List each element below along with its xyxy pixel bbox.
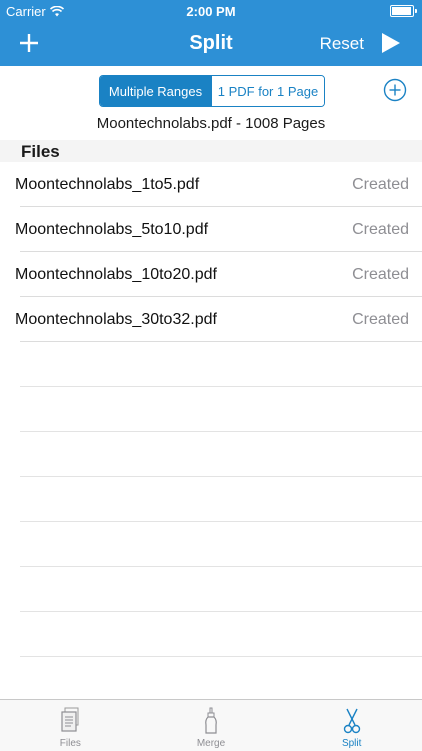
empty-row	[0, 612, 422, 657]
tab-label: Files	[59, 738, 81, 749]
battery-icon	[390, 5, 417, 17]
top-bar: Carrier 2:00 PM Split Reset	[0, 0, 422, 66]
split-mode-segmented-control: Multiple Ranges 1 PDF for 1 Page	[99, 75, 325, 107]
file-status: Created	[352, 221, 409, 238]
files-list: Moontechnolabs_1to5.pdf Created Moontech…	[0, 162, 422, 702]
empty-row	[0, 342, 422, 387]
list-item[interactable]: Moontechnolabs_5to10.pdf Created	[0, 207, 422, 252]
segment-one-pdf-per-page[interactable]: 1 PDF for 1 Page	[211, 76, 324, 106]
empty-row	[0, 657, 422, 702]
add-circle-icon[interactable]	[383, 78, 407, 102]
navigation-bar: Split Reset	[0, 22, 422, 66]
glue-icon	[205, 707, 217, 734]
list-item[interactable]: Moontechnolabs_30to32.pdf Created	[0, 297, 422, 342]
play-icon[interactable]	[380, 31, 402, 55]
section-title: Files	[21, 142, 60, 161]
status-time: 2:00 PM	[186, 4, 236, 19]
battery-fill	[392, 7, 411, 15]
file-name: Moontechnolabs_1to5.pdf	[15, 176, 200, 193]
scissors-icon	[343, 708, 360, 734]
tab-label: Merge	[196, 738, 226, 749]
segment-multiple-ranges[interactable]: Multiple Ranges	[100, 76, 211, 106]
file-status: Created	[352, 266, 409, 283]
plus-icon[interactable]	[16, 30, 42, 56]
file-status: Created	[352, 311, 409, 328]
tab-bar: Files Merge Split	[0, 699, 422, 751]
document-icon	[61, 707, 79, 732]
list-item[interactable]: Moontechnolabs_1to5.pdf Created	[0, 162, 422, 207]
empty-row	[0, 522, 422, 567]
file-name: Moontechnolabs_10to20.pdf	[15, 266, 217, 283]
tab-merge[interactable]: Merge	[141, 700, 282, 751]
reset-button[interactable]: Reset	[320, 34, 364, 54]
file-name: Moontechnolabs_5to10.pdf	[15, 221, 209, 238]
empty-row	[0, 567, 422, 612]
tab-files[interactable]: Files	[0, 700, 141, 751]
tab-split[interactable]: Split	[281, 700, 422, 751]
empty-row	[0, 477, 422, 522]
document-info: Moontechnolabs.pdf - 1008 Pages	[96, 115, 326, 132]
status-bar: Carrier 2:00 PM	[0, 0, 422, 22]
empty-row	[0, 387, 422, 432]
tab-label: Split	[341, 738, 362, 749]
file-name: Moontechnolabs_30to32.pdf	[15, 311, 217, 328]
files-section-header: Files	[0, 140, 422, 162]
list-item[interactable]: Moontechnolabs_10to20.pdf Created	[0, 252, 422, 297]
file-status: Created	[352, 176, 409, 193]
empty-row	[0, 432, 422, 477]
